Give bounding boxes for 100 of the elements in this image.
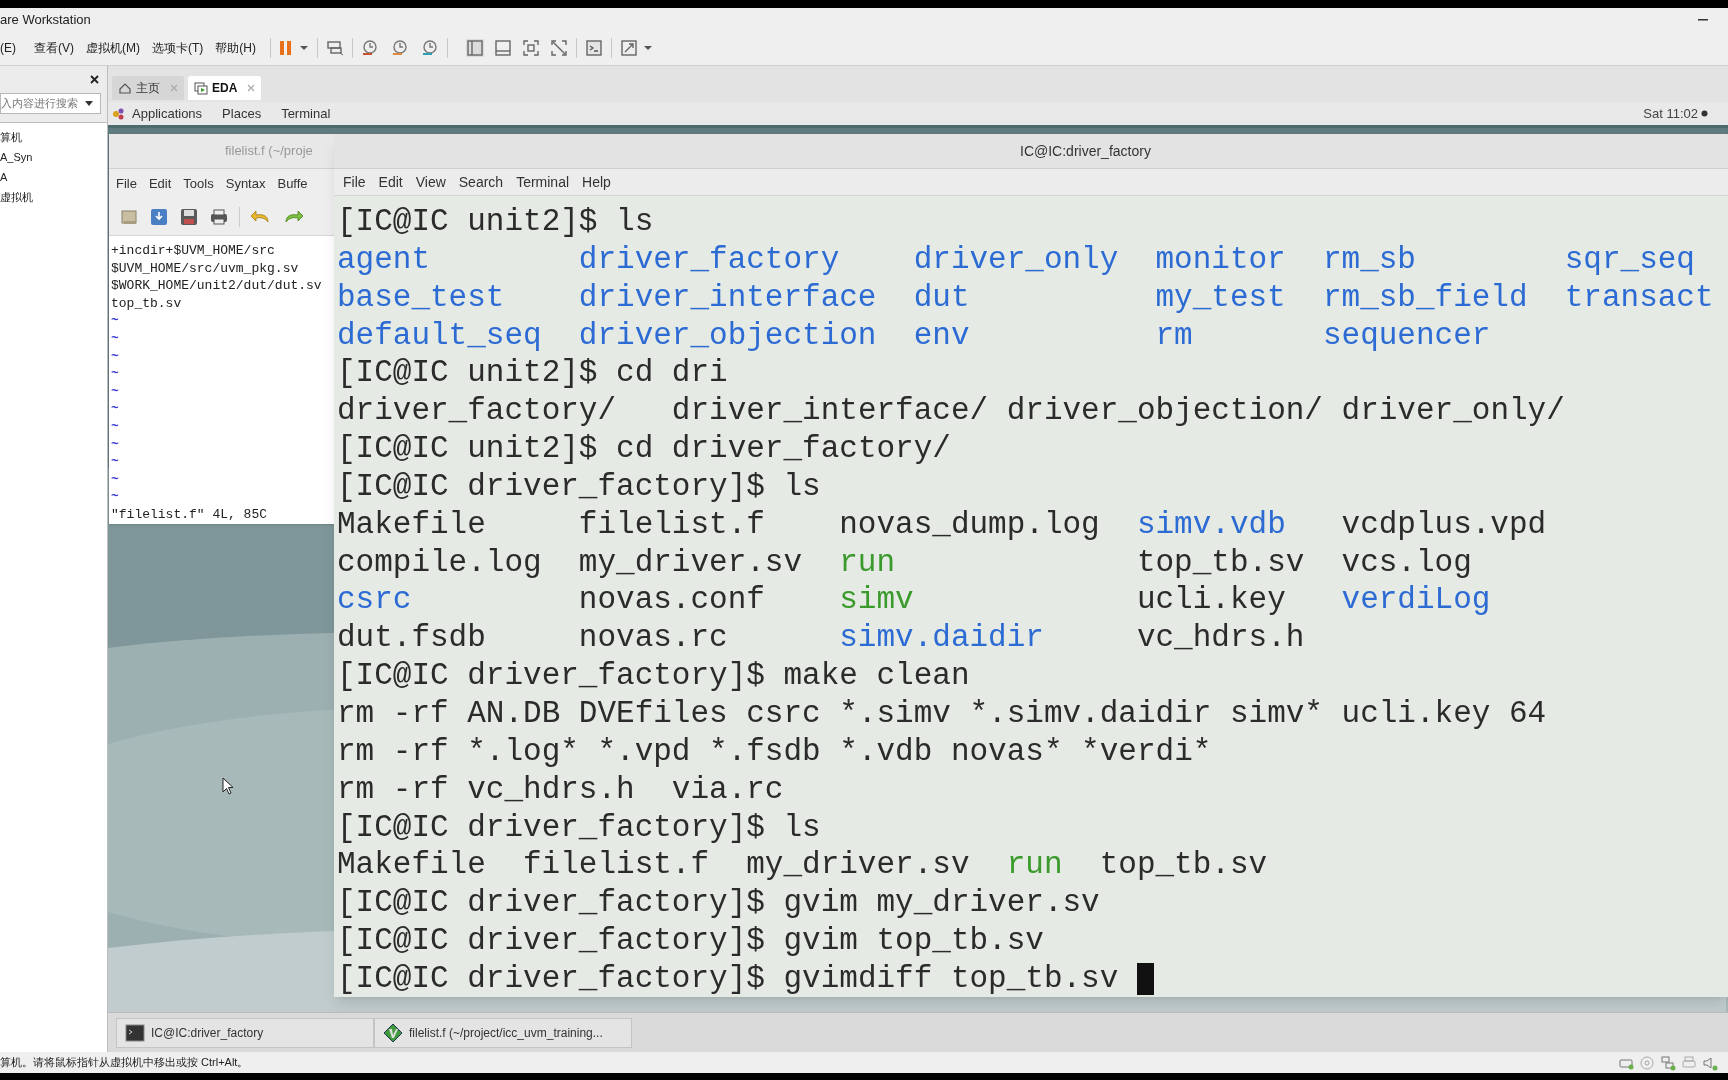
menu-item[interactable]: Syntax (225, 174, 266, 194)
window-title: are Workstation (0, 10, 91, 29)
top-bar-menu[interactable]: Applications (132, 103, 203, 124)
menu-item[interactable]: Buffe (277, 174, 308, 194)
file-name: Makefile (337, 847, 486, 883)
tilde-marker: ~ (111, 417, 119, 436)
menu-item[interactable]: View (415, 171, 446, 193)
library-item[interactable]: 虚拟机 (0, 187, 33, 207)
vm-tab[interactable]: 主页 (112, 76, 184, 100)
file-name: csrc (337, 582, 412, 618)
printer-icon[interactable] (209, 207, 229, 227)
file-name: monitor (1155, 241, 1286, 277)
search-field[interactable]: 入内容进行搜索 (0, 93, 101, 114)
menu-item[interactable]: 查看(V) (34, 39, 74, 57)
file-name: top_tb.sv (1099, 847, 1268, 883)
file-name: run (1006, 847, 1063, 883)
close-icon[interactable] (90, 75, 99, 84)
pause-icon[interactable] (279, 40, 293, 56)
menu-item[interactable]: Edit (378, 171, 403, 193)
menu-item[interactable]: File (116, 174, 137, 194)
status-dot-icon[interactable] (1701, 110, 1708, 117)
window-title: IC@IC:driver_factory (1020, 141, 1151, 161)
sidebar-layout-icon[interactable] (466, 39, 484, 57)
window-title: filelist.f (~/proje (225, 142, 313, 161)
file-name: vc_hdrs.h (1136, 620, 1305, 656)
snapshot-clock-icon[interactable] (391, 39, 409, 57)
mouse-pointer-icon (222, 777, 234, 795)
menu-item[interactable]: Terminal (516, 171, 570, 193)
taskbar-button[interactable]: IC@IC:driver_factory (116, 1017, 374, 1048)
file-name: top_tb.sv (1136, 544, 1305, 580)
clock[interactable]: Sat 11:02 (1643, 103, 1698, 124)
library-item[interactable]: A_Syn (0, 147, 33, 167)
tilde-marker: ~ (111, 382, 119, 401)
snapshot-clock-icon[interactable] (421, 39, 439, 57)
send-keys-icon[interactable] (326, 40, 344, 56)
menu-item[interactable]: File (343, 171, 366, 193)
file-name: vcs.log (1341, 544, 1472, 580)
file-name: simv.vdb (1136, 506, 1286, 542)
library-item[interactable]: 算机 (0, 127, 22, 147)
file-name: dut (913, 279, 970, 315)
floppy-icon[interactable] (179, 207, 199, 227)
tilde-marker: ~ (111, 329, 119, 348)
snapshot-clock-icon[interactable] (361, 39, 379, 57)
terminal-line: driver_factory/ driver_interface/ driver_objection/ driver_only/ (337, 392, 1565, 431)
file-name: driver_factory (578, 241, 840, 277)
file-name: driver_objection (578, 317, 877, 353)
console-icon[interactable] (585, 39, 603, 57)
menu-item[interactable]: 帮助(H) (215, 39, 256, 57)
file-name: novas.rc (578, 620, 728, 656)
menu-item[interactable]: (E) (0, 39, 16, 57)
file-name: novas_dump.log (839, 506, 1100, 542)
speaker-icon[interactable] (1702, 1054, 1718, 1071)
caret-icon[interactable] (299, 45, 309, 51)
menu-item[interactable]: 虚拟机(M) (86, 39, 140, 57)
code-line: top_tb.sv (111, 294, 182, 313)
file-name: transact (1564, 279, 1714, 315)
file-name: simv.daidir (839, 620, 1044, 656)
file-name: my_driver.sv (746, 847, 970, 883)
menu-item[interactable]: 选项卡(T) (152, 39, 204, 57)
terminal-line: rm -rf *.log* *.vpd *.fsdb *.vdb novas* *verdi* (337, 732, 1212, 771)
file-name: driver_interface (578, 279, 877, 315)
tilde-marker: ~ (111, 400, 119, 418)
menu-item[interactable]: Edit (148, 174, 172, 194)
file-name: novas.conf (578, 582, 765, 618)
terminal-line: [IC@IC driver_factory]$ ls (337, 808, 821, 847)
terminal-icon (125, 1022, 145, 1043)
tilde-marker: ~ (111, 347, 119, 366)
taskbar-button[interactable]: filelist.f (~/project/icc_uvm_training... (374, 1017, 632, 1048)
bottom-panel-icon[interactable] (494, 39, 512, 57)
library-item[interactable]: A (0, 167, 8, 187)
menu-item[interactable]: Help (582, 171, 611, 193)
file-name: rm_sb_field (1322, 279, 1528, 315)
dropdown-caret-icon[interactable] (85, 101, 93, 106)
tilde-marker: ~ (111, 488, 119, 506)
file-name: agent (337, 241, 430, 277)
file-name: Makefile (337, 506, 486, 542)
fullscreen-icon[interactable] (620, 39, 638, 57)
terminal-line: [IC@IC unit2]$ cd driver_factory/ (337, 430, 951, 468)
top-bar-menu[interactable]: Terminal (281, 103, 331, 124)
file-name: my_driver.sv (578, 544, 803, 580)
file-name: simv (839, 582, 914, 618)
menu-item[interactable]: Search (458, 171, 504, 193)
file-name: my_test (1155, 279, 1286, 315)
terminal-line: [IC@IC driver_factory]$ gvim top_tb.sv (337, 922, 1044, 960)
top-bar-menu[interactable]: Places (222, 103, 262, 124)
network-icon[interactable] (1660, 1054, 1676, 1071)
tilde-marker: ~ (111, 312, 119, 330)
vm-tab[interactable]: EDA (188, 76, 262, 100)
file-name: filelist.f (578, 506, 765, 542)
save-icon[interactable] (149, 207, 169, 227)
file-name: dut.fsdb (337, 620, 486, 656)
code-line: +incdir+$UVM_HOME/src (111, 242, 275, 260)
open-file-icon[interactable] (119, 207, 139, 227)
menu-item[interactable]: Tools (183, 174, 214, 194)
code-line: $UVM_HOME/src/uvm_pkg.sv (111, 259, 299, 278)
file-name: run (839, 544, 896, 580)
terminal-line: [IC@IC driver_factory]$ gvimdiff top_tb.sv (337, 959, 1119, 997)
caret-icon[interactable] (643, 45, 653, 51)
code-line: $WORK_HOME/unit2/dut/dut.sv (111, 277, 322, 295)
full-screen-frame-icon[interactable] (522, 39, 540, 57)
